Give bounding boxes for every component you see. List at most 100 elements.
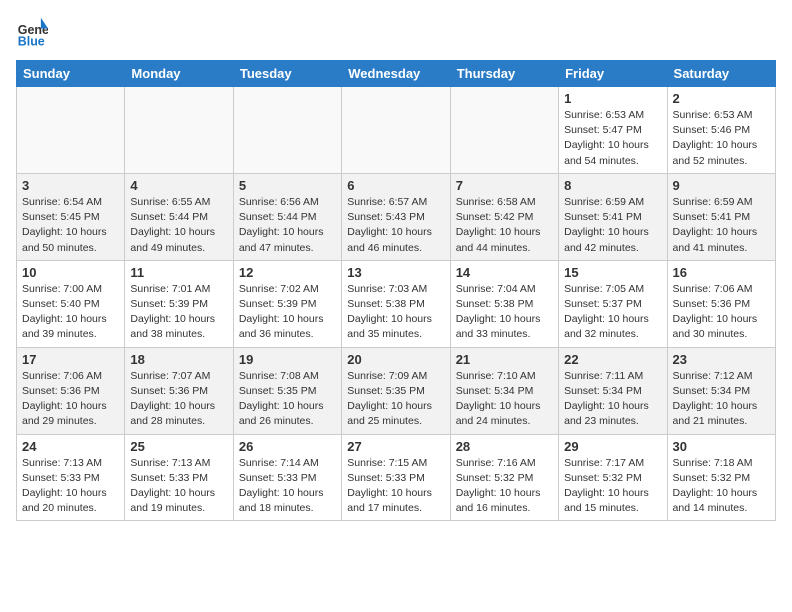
day-number: 2 — [673, 91, 770, 106]
day-number: 28 — [456, 439, 553, 454]
weekday-header: Saturday — [667, 61, 775, 87]
day-info: Sunrise: 6:58 AM Sunset: 5:42 PM Dayligh… — [456, 195, 553, 256]
day-number: 19 — [239, 352, 336, 367]
day-info: Sunrise: 7:14 AM Sunset: 5:33 PM Dayligh… — [239, 456, 336, 517]
logo-icon: General Blue — [16, 16, 48, 48]
weekday-header: Wednesday — [342, 61, 450, 87]
day-info: Sunrise: 7:05 AM Sunset: 5:37 PM Dayligh… — [564, 282, 661, 343]
calendar-cell: 24 Sunrise: 7:13 AM Sunset: 5:33 PM Dayli… — [17, 434, 125, 521]
day-info: Sunrise: 7:02 AM Sunset: 5:39 PM Dayligh… — [239, 282, 336, 343]
day-info: Sunrise: 6:56 AM Sunset: 5:44 PM Dayligh… — [239, 195, 336, 256]
day-info: Sunrise: 7:07 AM Sunset: 5:36 PM Dayligh… — [130, 369, 227, 430]
calendar-cell: 15 Sunrise: 7:05 AM Sunset: 5:37 PM Dayli… — [559, 260, 667, 347]
day-info: Sunrise: 7:12 AM Sunset: 5:34 PM Dayligh… — [673, 369, 770, 430]
calendar-cell: 30 Sunrise: 7:18 AM Sunset: 5:32 PM Dayli… — [667, 434, 775, 521]
calendar-cell: 11 Sunrise: 7:01 AM Sunset: 5:39 PM Dayli… — [125, 260, 233, 347]
calendar-cell: 23 Sunrise: 7:12 AM Sunset: 5:34 PM Dayli… — [667, 347, 775, 434]
day-info: Sunrise: 6:55 AM Sunset: 5:44 PM Dayligh… — [130, 195, 227, 256]
calendar-cell: 10Sunrise: 7:00 AM Sunset: 5:40 PM Dayli… — [17, 260, 125, 347]
calendar-cell: 28 Sunrise: 7:16 AM Sunset: 5:32 PM Dayli… — [450, 434, 558, 521]
day-number: 17 — [22, 352, 119, 367]
day-number: 9 — [673, 178, 770, 193]
day-info: Sunrise: 6:59 AM Sunset: 5:41 PM Dayligh… — [673, 195, 770, 256]
calendar-cell: 9 Sunrise: 6:59 AM Sunset: 5:41 PM Daylig… — [667, 173, 775, 260]
calendar-cell — [233, 87, 341, 174]
calendar-cell: 17 Sunrise: 7:06 AM Sunset: 5:36 PM Dayli… — [17, 347, 125, 434]
calendar-cell: 14 Sunrise: 7:04 AM Sunset: 5:38 PM Dayli… — [450, 260, 558, 347]
day-number: 29 — [564, 439, 661, 454]
weekday-header: Friday — [559, 61, 667, 87]
calendar-cell — [342, 87, 450, 174]
day-number: 5 — [239, 178, 336, 193]
day-number: 30 — [673, 439, 770, 454]
calendar-table: SundayMondayTuesdayWednesdayThursdayFrid… — [16, 60, 776, 521]
day-number: 23 — [673, 352, 770, 367]
calendar-cell — [450, 87, 558, 174]
day-number: 22 — [564, 352, 661, 367]
day-info: Sunrise: 7:18 AM Sunset: 5:32 PM Dayligh… — [673, 456, 770, 517]
calendar-cell — [17, 87, 125, 174]
weekday-header: Thursday — [450, 61, 558, 87]
calendar-cell: 7 Sunrise: 6:58 AM Sunset: 5:42 PM Daylig… — [450, 173, 558, 260]
logo: General Blue — [16, 16, 48, 48]
calendar-week-row: 1Sunrise: 6:53 AM Sunset: 5:47 PM Daylig… — [17, 87, 776, 174]
day-info: Sunrise: 6:53 AM Sunset: 5:46 PM Dayligh… — [673, 108, 770, 169]
day-info: Sunrise: 7:08 AM Sunset: 5:35 PM Dayligh… — [239, 369, 336, 430]
day-info: Sunrise: 7:13 AM Sunset: 5:33 PM Dayligh… — [130, 456, 227, 517]
calendar-cell: 16 Sunrise: 7:06 AM Sunset: 5:36 PM Dayli… — [667, 260, 775, 347]
day-number: 15 — [564, 265, 661, 280]
day-info: Sunrise: 7:03 AM Sunset: 5:38 PM Dayligh… — [347, 282, 444, 343]
day-number: 14 — [456, 265, 553, 280]
day-number: 3 — [22, 178, 119, 193]
day-number: 27 — [347, 439, 444, 454]
calendar-cell: 4Sunrise: 6:55 AM Sunset: 5:44 PM Daylig… — [125, 173, 233, 260]
day-number: 25 — [130, 439, 227, 454]
day-info: Sunrise: 7:04 AM Sunset: 5:38 PM Dayligh… — [456, 282, 553, 343]
calendar-cell: 2 Sunrise: 6:53 AM Sunset: 5:46 PM Daylig… — [667, 87, 775, 174]
day-info: Sunrise: 7:01 AM Sunset: 5:39 PM Dayligh… — [130, 282, 227, 343]
calendar-body: 1Sunrise: 6:53 AM Sunset: 5:47 PM Daylig… — [17, 87, 776, 521]
day-number: 8 — [564, 178, 661, 193]
calendar-cell: 12 Sunrise: 7:02 AM Sunset: 5:39 PM Dayli… — [233, 260, 341, 347]
day-info: Sunrise: 7:00 AM Sunset: 5:40 PM Dayligh… — [22, 282, 119, 343]
day-info: Sunrise: 7:06 AM Sunset: 5:36 PM Dayligh… — [673, 282, 770, 343]
weekday-header: Sunday — [17, 61, 125, 87]
day-info: Sunrise: 6:59 AM Sunset: 5:41 PM Dayligh… — [564, 195, 661, 256]
day-number: 20 — [347, 352, 444, 367]
day-number: 12 — [239, 265, 336, 280]
calendar-cell: 3Sunrise: 6:54 AM Sunset: 5:45 PM Daylig… — [17, 173, 125, 260]
day-info: Sunrise: 7:10 AM Sunset: 5:34 PM Dayligh… — [456, 369, 553, 430]
day-number: 7 — [456, 178, 553, 193]
calendar-cell: 8 Sunrise: 6:59 AM Sunset: 5:41 PM Daylig… — [559, 173, 667, 260]
day-info: Sunrise: 7:06 AM Sunset: 5:36 PM Dayligh… — [22, 369, 119, 430]
calendar-cell: 25 Sunrise: 7:13 AM Sunset: 5:33 PM Dayli… — [125, 434, 233, 521]
day-info: Sunrise: 7:17 AM Sunset: 5:32 PM Dayligh… — [564, 456, 661, 517]
day-info: Sunrise: 7:11 AM Sunset: 5:34 PM Dayligh… — [564, 369, 661, 430]
day-number: 16 — [673, 265, 770, 280]
calendar-week-row: 3Sunrise: 6:54 AM Sunset: 5:45 PM Daylig… — [17, 173, 776, 260]
day-info: Sunrise: 7:13 AM Sunset: 5:33 PM Dayligh… — [22, 456, 119, 517]
calendar-cell: 5 Sunrise: 6:56 AM Sunset: 5:44 PM Daylig… — [233, 173, 341, 260]
page-header: General Blue — [16, 16, 776, 48]
day-number: 26 — [239, 439, 336, 454]
day-number: 24 — [22, 439, 119, 454]
day-info: Sunrise: 7:09 AM Sunset: 5:35 PM Dayligh… — [347, 369, 444, 430]
calendar-header-row: SundayMondayTuesdayWednesdayThursdayFrid… — [17, 61, 776, 87]
calendar-cell: 18 Sunrise: 7:07 AM Sunset: 5:36 PM Dayli… — [125, 347, 233, 434]
day-number: 6 — [347, 178, 444, 193]
day-info: Sunrise: 7:16 AM Sunset: 5:32 PM Dayligh… — [456, 456, 553, 517]
calendar-cell: 21 Sunrise: 7:10 AM Sunset: 5:34 PM Dayli… — [450, 347, 558, 434]
day-number: 1 — [564, 91, 661, 106]
day-number: 11 — [130, 265, 227, 280]
weekday-header: Tuesday — [233, 61, 341, 87]
day-number: 18 — [130, 352, 227, 367]
day-number: 21 — [456, 352, 553, 367]
calendar-week-row: 10Sunrise: 7:00 AM Sunset: 5:40 PM Dayli… — [17, 260, 776, 347]
calendar-cell: 27 Sunrise: 7:15 AM Sunset: 5:33 PM Dayli… — [342, 434, 450, 521]
day-number: 13 — [347, 265, 444, 280]
calendar-cell — [125, 87, 233, 174]
weekday-header: Monday — [125, 61, 233, 87]
day-info: Sunrise: 7:15 AM Sunset: 5:33 PM Dayligh… — [347, 456, 444, 517]
calendar-week-row: 17 Sunrise: 7:06 AM Sunset: 5:36 PM Dayli… — [17, 347, 776, 434]
day-info: Sunrise: 6:57 AM Sunset: 5:43 PM Dayligh… — [347, 195, 444, 256]
